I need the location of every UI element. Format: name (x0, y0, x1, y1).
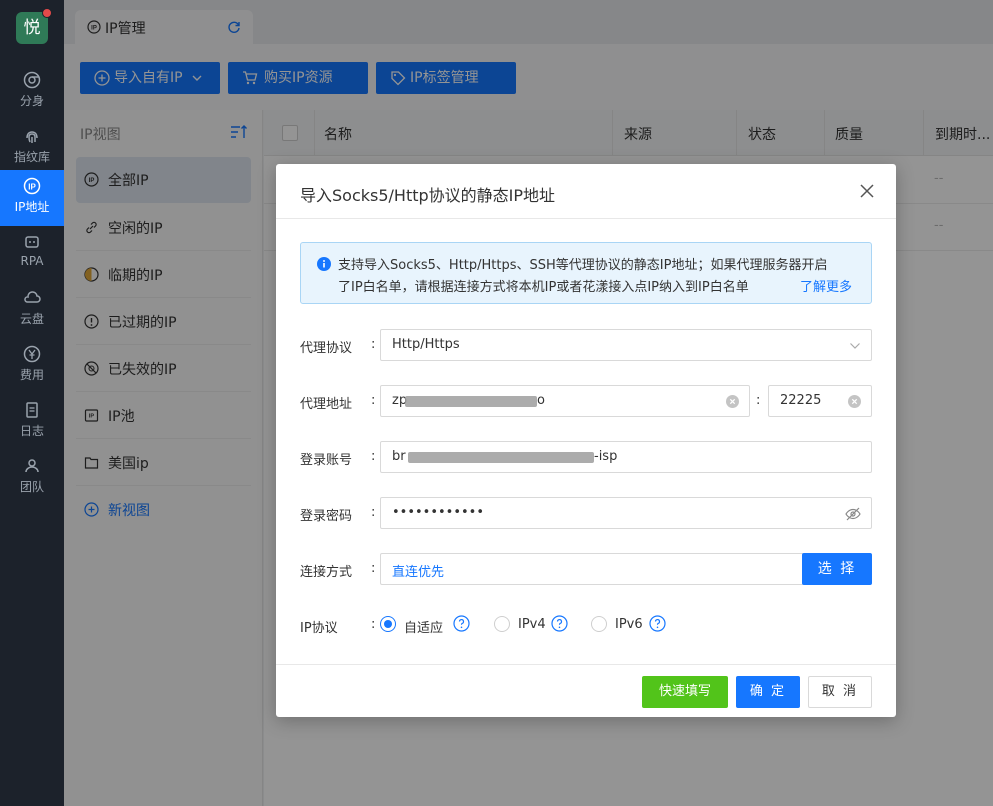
connection-field[interactable]: 直连优先 (380, 553, 804, 585)
redacted-host (405, 396, 537, 407)
clear-icon[interactable] (726, 395, 739, 408)
radio-label-ipv6[interactable]: IPv6 (615, 617, 643, 632)
info-icon (317, 257, 331, 271)
radio-label-ipv4[interactable]: IPv4 (518, 617, 546, 632)
account-label: 登录账号 (300, 453, 353, 468)
port-value: 22225 (780, 393, 822, 408)
field-colon: : (371, 505, 376, 520)
rail-item-label: 云盘 (19, 312, 44, 326)
password-value: •••••••••••• (392, 505, 485, 520)
close-icon[interactable] (860, 184, 874, 198)
header-divider (276, 218, 896, 219)
confirm-button[interactable]: 确 定 (736, 676, 800, 708)
rail-item-fenshen[interactable]: 分身 (0, 64, 64, 120)
footer-divider (276, 664, 896, 665)
host-value-suffix: o (537, 393, 545, 408)
cancel-button[interactable]: 取 消 (808, 676, 872, 708)
protocol-label: 代理协议 (300, 341, 353, 356)
chrome-icon (23, 71, 41, 89)
proxy-host-input[interactable]: zp o (380, 385, 750, 417)
ip-icon: IP (23, 177, 41, 195)
account-input[interactable]: br -isp (380, 441, 872, 473)
notification-dot (42, 8, 52, 18)
rail-item-label: IP地址 (14, 200, 50, 214)
protocol-value: Http/Https (392, 337, 460, 352)
password-label: 登录密码 (300, 509, 353, 524)
learn-more-link[interactable]: 了解更多 (800, 276, 852, 295)
fingerprint-icon (26, 131, 38, 143)
rail-item-label: 指纹库 (13, 150, 50, 164)
connection-label: 连接方式 (300, 565, 353, 580)
protocol-select[interactable]: Http/Https (380, 329, 872, 361)
ip-protocol-label: IP协议 (300, 621, 338, 636)
radio-ipv4[interactable] (494, 616, 510, 632)
address-label: 代理地址 (300, 397, 353, 412)
chevron-down-icon (850, 343, 860, 349)
account-value-prefix: br (392, 449, 406, 464)
rail-item-ip[interactable]: IP IP地址 (0, 170, 64, 226)
rail-item-label: RPA (20, 254, 44, 268)
field-colon: : (371, 337, 376, 352)
logo-char: 悦 (23, 18, 41, 38)
field-colon: : (371, 393, 376, 408)
password-input[interactable]: •••••••••••• (380, 497, 872, 529)
connection-value: 直连优先 (392, 565, 445, 580)
radio-adaptive[interactable] (380, 616, 396, 632)
rail-item-fee[interactable]: 费用 (0, 338, 64, 394)
clear-icon[interactable] (848, 395, 861, 408)
rail-item-label: 团队 (19, 480, 44, 494)
eye-off-icon[interactable] (845, 506, 861, 522)
app-logo[interactable]: 悦 (16, 8, 52, 44)
field-colon: : (371, 449, 376, 464)
rail-item-fingerprint[interactable]: 指纹库 (0, 120, 64, 176)
left-rail: 悦 分身 指纹库 IP IP地址 RPA 云盘 费用 日志 团队 (0, 0, 64, 806)
log-icon (26, 402, 38, 418)
notice-text-line1: 支持导入Socks5、Http/Https、SSH等代理协议的静态IP地址；如果… (338, 258, 828, 273)
rail-item-log[interactable]: 日志 (0, 394, 64, 450)
help-icon[interactable] (649, 615, 666, 632)
rail-item-label: 分身 (19, 94, 44, 108)
help-icon[interactable] (551, 615, 568, 632)
svg-text:IP: IP (28, 183, 36, 192)
account-value-suffix: -isp (594, 449, 618, 464)
field-colon: : (371, 617, 376, 632)
rail-item-cloud[interactable]: 云盘 (0, 282, 64, 338)
port-separator: : (756, 393, 761, 408)
quick-fill-button[interactable]: 快速填写 (642, 676, 728, 708)
rail-item-team[interactable]: 团队 (0, 450, 64, 506)
redacted-account (408, 452, 594, 463)
robot-icon (25, 236, 39, 248)
help-icon[interactable] (453, 615, 470, 632)
proxy-port-input[interactable]: 22225 (768, 385, 872, 417)
rail-item-label: 费用 (19, 368, 44, 382)
field-colon: : (371, 561, 376, 576)
notice-text-line2: 了IP白名单，请根据连接方式将本机IP或者花漾接入点IP纳入到IP白名单 (338, 280, 749, 295)
yen-icon (23, 345, 41, 363)
rail-item-label: 日志 (19, 424, 44, 438)
dialog-title: 导入Socks5/Http协议的静态IP地址 (300, 186, 556, 205)
team-icon (25, 459, 39, 473)
rail-item-rpa[interactable]: RPA (0, 226, 64, 282)
import-ip-dialog: 导入Socks5/Http协议的静态IP地址 支持导入Socks5、Http/H… (276, 164, 896, 717)
info-notice: 支持导入Socks5、Http/Https、SSH等代理协议的静态IP地址；如果… (300, 242, 872, 304)
radio-ipv6[interactable] (591, 616, 607, 632)
choose-connection-button[interactable]: 选 择 (802, 553, 872, 585)
radio-label-adaptive[interactable]: 自适应 (404, 617, 443, 636)
cloud-drive-icon (24, 291, 41, 303)
